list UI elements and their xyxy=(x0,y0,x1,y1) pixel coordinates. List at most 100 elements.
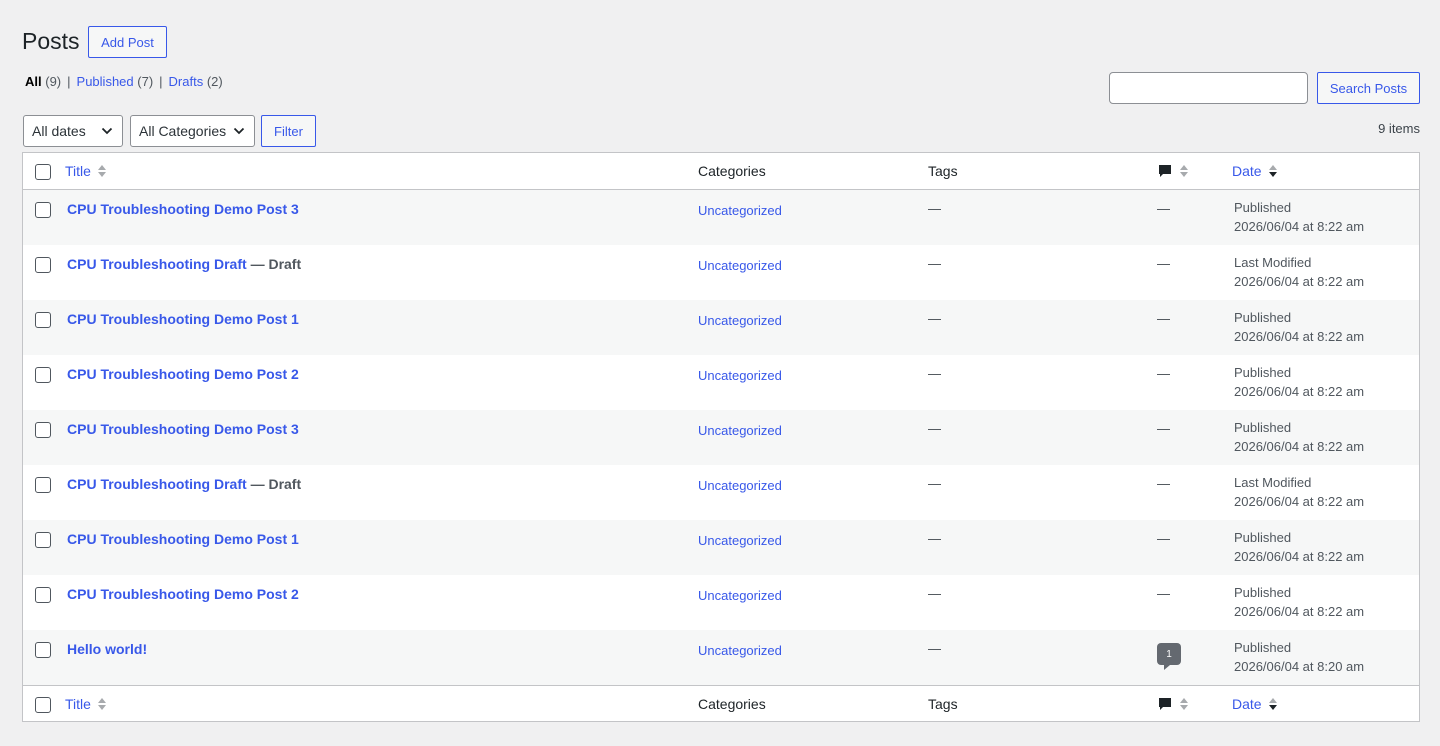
sort-arrows-icon xyxy=(1268,163,1278,179)
posts-screen: Posts Add Post All (9) | Published (7) | Dra… xyxy=(0,0,1440,746)
search-input[interactable] xyxy=(1109,72,1308,104)
comments-cell: — xyxy=(1157,531,1170,546)
date-cell: Last Modified 2026/06/04 at 8:22 am xyxy=(1234,473,1364,511)
date-value: 2026/06/04 at 8:22 am xyxy=(1234,274,1365,289)
date-status: Published xyxy=(1234,585,1292,600)
comments-cell: — xyxy=(1157,311,1170,326)
title-cell: CPU Troubleshooting Draft — Draft xyxy=(67,475,301,494)
row-checkbox[interactable] xyxy=(35,312,51,328)
chevron-down-icon xyxy=(233,127,245,135)
post-status-views: All (9) | Published (7) | Drafts (2) xyxy=(25,74,223,90)
table-footer: Title Categories Tags Date xyxy=(23,685,1419,721)
category-link[interactable]: Uncategorized xyxy=(698,476,782,495)
post-title-link[interactable]: CPU Troubleshooting Draft xyxy=(67,256,247,272)
dates-filter-value: All dates xyxy=(32,123,86,139)
title-cell: CPU Troubleshooting Demo Post 1 xyxy=(67,310,299,329)
row-checkbox[interactable] xyxy=(35,642,51,658)
table-row: CPU Troubleshooting Demo Post 2 Uncatego… xyxy=(23,575,1419,630)
post-title-link[interactable]: CPU Troubleshooting Draft xyxy=(67,476,247,492)
post-title-link[interactable]: CPU Troubleshooting Demo Post 2 xyxy=(67,366,299,382)
category-link[interactable]: Uncategorized xyxy=(698,421,782,440)
view-drafts[interactable]: Drafts xyxy=(169,74,204,89)
date-cell: Published 2026/06/04 at 8:22 am xyxy=(1234,363,1364,401)
select-all-checkbox[interactable] xyxy=(35,697,51,713)
row-checkbox[interactable] xyxy=(35,422,51,438)
comment-count-bubble[interactable]: 1 xyxy=(1157,643,1181,670)
sort-arrows-icon xyxy=(1268,696,1278,712)
filter-button[interactable]: Filter xyxy=(261,115,316,147)
category-link[interactable]: Uncategorized xyxy=(698,641,782,660)
tags-cell: — xyxy=(928,256,941,271)
column-date-sort[interactable]: Date xyxy=(1232,696,1278,712)
view-separator: | xyxy=(67,74,71,89)
date-value: 2026/06/04 at 8:20 am xyxy=(1234,659,1365,674)
post-title-link[interactable]: CPU Troubleshooting Demo Post 1 xyxy=(67,311,299,327)
post-title-link[interactable]: CPU Troubleshooting Demo Post 1 xyxy=(67,531,299,547)
date-cell: Published 2026/06/04 at 8:22 am xyxy=(1234,198,1364,236)
comments-cell: — xyxy=(1157,586,1170,601)
view-drafts-count: (2) xyxy=(206,74,223,89)
row-checkbox[interactable] xyxy=(35,532,51,548)
column-categories: Categories xyxy=(698,163,766,179)
column-title-sort[interactable]: Title xyxy=(65,163,107,179)
category-link[interactable]: Uncategorized xyxy=(698,586,782,605)
date-cell: Published 2026/06/04 at 8:22 am xyxy=(1234,583,1364,621)
tags-cell: — xyxy=(928,531,941,546)
date-status: Published xyxy=(1234,200,1292,215)
column-tags: Tags xyxy=(928,696,958,712)
table-row: CPU Troubleshooting Draft — Draft Uncate… xyxy=(23,465,1419,520)
comments-cell: — xyxy=(1157,201,1170,216)
tags-cell: — xyxy=(928,641,941,656)
date-value: 2026/06/04 at 8:22 am xyxy=(1234,384,1365,399)
tags-cell: — xyxy=(928,476,941,491)
date-cell: Published 2026/06/04 at 8:22 am xyxy=(1234,418,1364,456)
table-row: CPU Troubleshooting Draft — Draft Uncate… xyxy=(23,245,1419,300)
column-date-sort[interactable]: Date xyxy=(1232,163,1278,179)
categories-filter-select[interactable]: All Categories xyxy=(130,115,255,147)
date-status: Last Modified xyxy=(1234,475,1312,490)
category-link[interactable]: Uncategorized xyxy=(698,531,782,550)
view-published[interactable]: Published xyxy=(77,74,134,89)
category-link[interactable]: Uncategorized xyxy=(698,256,782,275)
search-posts-button[interactable]: Search Posts xyxy=(1317,72,1420,104)
column-comments-sort[interactable] xyxy=(1157,163,1189,179)
view-all[interactable]: All xyxy=(25,74,42,89)
table-row: CPU Troubleshooting Demo Post 2 Uncatego… xyxy=(23,355,1419,410)
select-all-checkbox[interactable] xyxy=(35,164,51,180)
column-tags: Tags xyxy=(928,163,958,179)
post-title-link[interactable]: CPU Troubleshooting Demo Post 2 xyxy=(67,586,299,602)
title-cell: CPU Troubleshooting Demo Post 1 xyxy=(67,530,299,549)
column-title-label: Title xyxy=(65,696,91,712)
row-checkbox[interactable] xyxy=(35,257,51,273)
title-cell: CPU Troubleshooting Demo Post 3 xyxy=(67,420,299,439)
add-post-button[interactable]: Add Post xyxy=(88,26,167,58)
column-title-sort[interactable]: Title xyxy=(65,696,107,712)
row-checkbox[interactable] xyxy=(35,587,51,603)
table-row: CPU Troubleshooting Demo Post 1 Uncatego… xyxy=(23,300,1419,355)
date-value: 2026/06/04 at 8:22 am xyxy=(1234,494,1365,509)
row-checkbox[interactable] xyxy=(35,367,51,383)
date-value: 2026/06/04 at 8:22 am xyxy=(1234,219,1365,234)
post-title-link[interactable]: CPU Troubleshooting Demo Post 3 xyxy=(67,421,299,437)
row-checkbox[interactable] xyxy=(35,477,51,493)
sort-arrows-icon xyxy=(1179,696,1189,712)
date-status: Published xyxy=(1234,640,1292,655)
row-checkbox[interactable] xyxy=(35,202,51,218)
dates-filter-select[interactable]: All dates xyxy=(23,115,123,147)
category-link[interactable]: Uncategorized xyxy=(698,201,782,220)
comments-cell: — xyxy=(1157,421,1170,436)
column-date-label: Date xyxy=(1232,696,1262,712)
page-title: Posts xyxy=(22,28,80,54)
date-cell: Published 2026/06/04 at 8:22 am xyxy=(1234,308,1364,346)
column-categories: Categories xyxy=(698,696,766,712)
title-cell: Hello world! xyxy=(67,640,147,659)
comments-cell: — xyxy=(1157,476,1170,491)
category-link[interactable]: Uncategorized xyxy=(698,311,782,330)
table-row: Hello world! Uncategorized — 1 Published… xyxy=(23,630,1419,685)
post-title-link[interactable]: CPU Troubleshooting Demo Post 3 xyxy=(67,201,299,217)
category-link[interactable]: Uncategorized xyxy=(698,366,782,385)
date-cell: Last Modified 2026/06/04 at 8:22 am xyxy=(1234,253,1364,291)
title-cell: CPU Troubleshooting Demo Post 2 xyxy=(67,585,299,604)
column-comments-sort[interactable] xyxy=(1157,696,1189,712)
post-title-link[interactable]: Hello world! xyxy=(67,641,147,657)
